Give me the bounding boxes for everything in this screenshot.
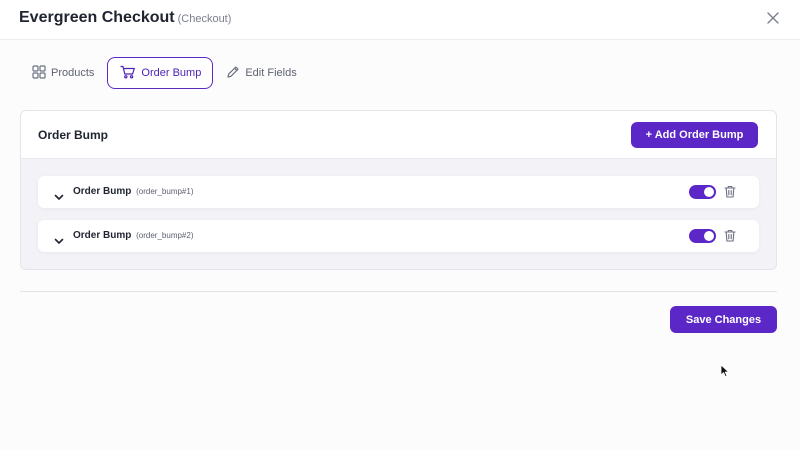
- order-bump-toggle[interactable]: [689, 229, 716, 243]
- add-order-bump-button[interactable]: + Add Order Bump: [631, 122, 758, 148]
- modal-header: Evergreen Checkout (Checkout): [0, 0, 800, 40]
- section-divider: [20, 291, 777, 292]
- grid-icon: [32, 64, 46, 82]
- order-bump-label: Order Bump (order_bump#1): [73, 186, 194, 197]
- chevron-down-icon[interactable]: [54, 188, 64, 206]
- save-changes-button[interactable]: Save Changes: [670, 306, 777, 333]
- checkout-modal: Evergreen Checkout (Checkout) Products Or…: [0, 0, 800, 450]
- tab-products[interactable]: Products: [19, 57, 106, 89]
- page-title: Evergreen Checkout (Checkout): [19, 9, 231, 27]
- trash-icon[interactable]: [724, 185, 736, 203]
- pencil-icon: [226, 65, 240, 82]
- title-text: Evergreen Checkout: [19, 9, 175, 26]
- cart-icon: [120, 65, 136, 82]
- order-bump-panel: Order Bump + Add Order Bump Order Bump (…: [20, 110, 777, 270]
- order-bump-name: Order Bump: [73, 186, 132, 197]
- tab-edit-fields-label: Edit Fields: [245, 67, 297, 79]
- panel-title: Order Bump: [38, 128, 109, 142]
- tab-edit-fields[interactable]: Edit Fields: [213, 57, 308, 89]
- tab-bar: Products Order Bump Edit Fields: [19, 57, 309, 89]
- close-icon[interactable]: [764, 9, 782, 27]
- tab-order-bump[interactable]: Order Bump: [107, 57, 214, 89]
- list-item[interactable]: Order Bump (order_bump#2): [38, 220, 759, 252]
- title-subtitle: (Checkout): [177, 13, 232, 25]
- panel-header: Order Bump + Add Order Bump: [21, 111, 776, 159]
- mouse-cursor-icon: [720, 364, 730, 383]
- order-bump-toggle[interactable]: [689, 185, 716, 199]
- order-bump-name: Order Bump: [73, 230, 132, 241]
- list-item[interactable]: Order Bump (order_bump#1): [38, 176, 759, 208]
- order-bump-label: Order Bump (order_bump#2): [73, 230, 194, 241]
- trash-icon[interactable]: [724, 229, 736, 247]
- tab-order-bump-label: Order Bump: [141, 67, 202, 79]
- order-bump-id: (order_bump#2): [136, 231, 194, 240]
- order-bump-id: (order_bump#1): [136, 187, 194, 196]
- tab-products-label: Products: [51, 67, 95, 79]
- chevron-down-icon[interactable]: [54, 232, 64, 250]
